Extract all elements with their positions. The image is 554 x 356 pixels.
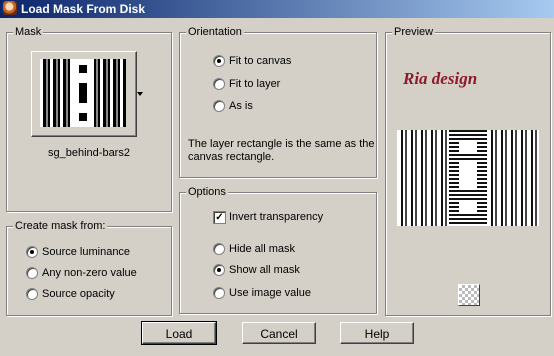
radio-label: Hide all mask: [229, 243, 296, 255]
mask-thumbnail-button[interactable]: [31, 51, 137, 137]
help-button[interactable]: Help: [340, 322, 414, 344]
radio-button-icon[interactable]: [26, 267, 38, 279]
cancel-button[interactable]: Cancel: [242, 322, 316, 344]
radio-button-icon[interactable]: [213, 78, 225, 90]
orientation-group: Orientation Fit to canvas Fit to layer A…: [179, 25, 377, 178]
dropdown-arrow-icon[interactable]: [137, 92, 143, 96]
radio-label: Fit to layer: [229, 78, 281, 90]
create-mask-from-legend: Create mask from:: [13, 219, 108, 233]
radio-label: As is: [229, 100, 253, 112]
radio-label: Any non-zero value: [42, 267, 137, 279]
mask-name-label: sg_behind-bars2: [48, 147, 130, 159]
load-button[interactable]: Load: [141, 321, 217, 345]
radio-label: Use image value: [229, 287, 311, 299]
orientation-note-line-1: The layer rectangle is the same as the: [188, 138, 375, 150]
preview-image: [397, 130, 539, 226]
mask-legend: Mask: [13, 25, 44, 39]
transparency-checker-icon[interactable]: [458, 284, 480, 306]
checkbox-label: Invert transparency: [229, 211, 324, 223]
app-icon: [3, 1, 17, 15]
options-group: Options ✓ Invert transparency Hide all m…: [179, 185, 377, 314]
window-title: Load Mask From Disk: [21, 2, 146, 16]
radio-label: Show all mask: [229, 264, 300, 276]
radio-button-icon[interactable]: [213, 243, 225, 255]
preview-watermark: Ria design: [403, 69, 478, 88]
mask-group: Mask sg_behind-bars2: [6, 25, 172, 212]
radio-label: Source luminance: [42, 246, 131, 258]
radio-button-icon[interactable]: [26, 246, 38, 258]
orientation-legend: Orientation: [186, 25, 244, 39]
radio-label: Fit to canvas: [229, 55, 292, 67]
preview-group: Preview Ria design: [385, 25, 551, 316]
radio-button-icon[interactable]: [213, 287, 225, 299]
radio-label: Source opacity: [42, 288, 115, 300]
radio-button-icon[interactable]: [213, 55, 225, 67]
preview-legend: Preview: [392, 25, 436, 39]
orientation-note-line-2: canvas rectangle.: [188, 151, 275, 163]
radio-button-icon[interactable]: [26, 288, 38, 300]
mask-thumbnail-image: [40, 59, 126, 127]
title-bar: Load Mask From Disk: [0, 0, 554, 18]
radio-button-icon[interactable]: [213, 264, 225, 276]
orientation-note: The layer rectangle is the same as the c…: [188, 138, 374, 164]
options-legend: Options: [186, 185, 228, 199]
checkbox-checked-icon[interactable]: ✓: [213, 211, 226, 224]
radio-button-icon[interactable]: [213, 100, 225, 112]
create-mask-from-group: Create mask from: Source luminance Any n…: [6, 219, 172, 316]
